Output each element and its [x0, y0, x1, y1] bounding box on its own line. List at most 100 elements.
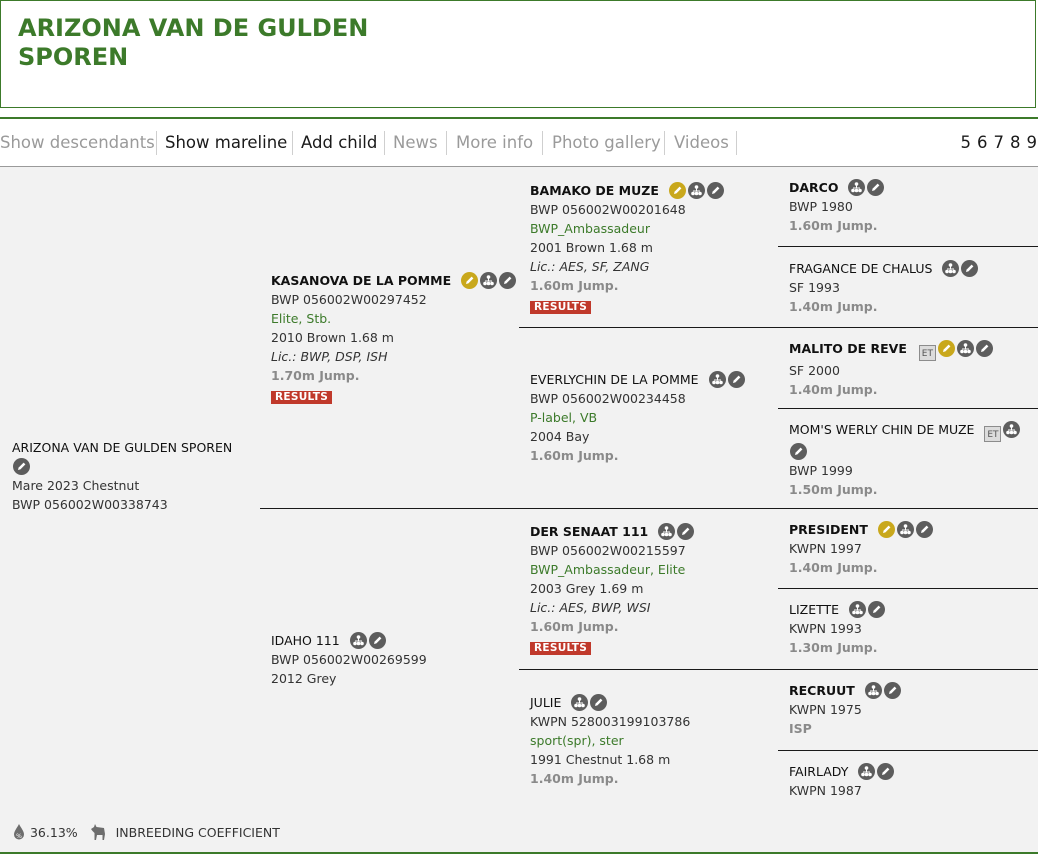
- generation-7-link[interactable]: 7: [994, 133, 1005, 152]
- drop-percent-icon: %: [14, 824, 24, 840]
- pedigree-tree-icon[interactable]: [571, 694, 589, 711]
- edit-pencil-icon[interactable]: [13, 458, 30, 475]
- pedigree-tree-icon[interactable]: [708, 371, 726, 388]
- separator-line: [260, 508, 519, 509]
- nav-news[interactable]: News: [393, 130, 438, 156]
- results-button[interactable]: RESULTS: [530, 301, 592, 314]
- approved-stallion-icon[interactable]: [668, 182, 686, 199]
- nav-show-mareline[interactable]: Show mareline: [165, 130, 287, 156]
- generation-8-link[interactable]: 8: [1010, 133, 1021, 152]
- horse-description: 2004 Bay: [530, 429, 590, 444]
- approved-stallion-icon[interactable]: [877, 521, 895, 538]
- horse-name[interactable]: BAMAKO DE MUZE: [530, 183, 659, 198]
- horse-name[interactable]: KASANOVA DE LA POMME: [271, 273, 451, 288]
- horse-registration: BWP 056002W00269599: [271, 652, 427, 667]
- pedigree-tree-icon[interactable]: [658, 523, 676, 540]
- separator-line: [778, 327, 1038, 328]
- ancestor-cell: PRESIDENT KWPN 1997 1.40m Jump.: [789, 520, 933, 577]
- horse-name[interactable]: FAIRLADY: [789, 764, 848, 779]
- horse-studbook-year: KWPN 1997: [789, 541, 862, 556]
- nav-separator: [292, 131, 293, 155]
- pedigree-tree-icon[interactable]: [1003, 421, 1021, 438]
- pedigree-tree-icon[interactable]: [942, 260, 960, 277]
- horse-name[interactable]: IDAHO 111: [271, 633, 340, 648]
- pedigree-tree-icon[interactable]: [896, 521, 914, 538]
- edit-pencil-icon[interactable]: [877, 763, 895, 780]
- approved-stallion-icon[interactable]: [937, 340, 955, 357]
- horse-name[interactable]: ARIZONA VAN DE GULDEN SPOREN: [12, 440, 232, 455]
- nav-videos[interactable]: Videos: [674, 130, 729, 156]
- nav-separator: [542, 131, 543, 155]
- dam-sire-cell: DER SENAAT 111 BWP 056002W00215597 BWP_A…: [530, 522, 695, 655]
- edit-pencil-icon[interactable]: [368, 632, 386, 649]
- edit-pencil-icon[interactable]: [915, 521, 933, 538]
- results-button[interactable]: RESULTS: [271, 391, 333, 404]
- navbar: Show descendants Show mareline Add child…: [0, 128, 1038, 158]
- horse-name[interactable]: MOM'S WERLY CHIN DE MUZE: [789, 422, 974, 437]
- et-badge: ET: [984, 426, 1002, 442]
- subject-horse: ARIZONA VAN DE GULDEN SPOREN Mare 2023 C…: [12, 438, 232, 514]
- horse-registration: BWP 056002W00338743: [12, 497, 168, 512]
- horse-predicate: BWP_Ambassadeur: [530, 221, 650, 236]
- nav-separator: [156, 131, 157, 155]
- edit-pencil-icon[interactable]: [790, 443, 807, 460]
- edit-pencil-icon[interactable]: [867, 179, 885, 196]
- pedigree-tree-icon[interactable]: [858, 763, 876, 780]
- horse-registration: BWP 056002W00297452: [271, 292, 427, 307]
- horse-name[interactable]: JULIE: [530, 695, 561, 710]
- nav-more-info[interactable]: More info: [456, 130, 533, 156]
- inbreeding-footer: % 36.13% INBREEDING COEFFICIENT: [12, 823, 280, 842]
- separator-line: [778, 750, 1038, 751]
- pedigree-tree-icon[interactable]: [480, 272, 498, 289]
- sire-sire-cell: BAMAKO DE MUZE BWP 056002W00201648 BWP_A…: [530, 181, 724, 314]
- horse-description: Mare 2023 Chestnut: [12, 478, 140, 493]
- pedigree-tree-icon[interactable]: [349, 632, 367, 649]
- horse-name[interactable]: PRESIDENT: [789, 522, 868, 537]
- horse-studbook-year: KWPN 1993: [789, 621, 862, 636]
- edit-pencil-icon[interactable]: [706, 182, 724, 199]
- horse-predicate: P-label, VB: [530, 410, 598, 425]
- horse-name[interactable]: RECRUUT: [789, 683, 855, 698]
- nav-show-descendants[interactable]: Show descendants: [0, 130, 155, 156]
- approved-stallion-icon[interactable]: [461, 272, 479, 289]
- horse-name[interactable]: FRAGANCE DE CHALUS: [789, 261, 933, 276]
- horse-icon[interactable]: [88, 823, 110, 841]
- ancestor-cell: MOM'S WERLY CHIN DE MUZE ET BWP 1999 1.5…: [789, 420, 1021, 499]
- horse-studbook-year: SF 1993: [789, 280, 840, 295]
- results-button[interactable]: RESULTS: [530, 642, 592, 655]
- horse-jump-level: 1.50m Jump.: [789, 482, 878, 497]
- pedigree-tree-icon[interactable]: [864, 682, 882, 699]
- separator-line: [778, 408, 1038, 409]
- horse-name[interactable]: EVERLYCHIN DE LA POMME: [530, 372, 699, 387]
- edit-pencil-icon[interactable]: [677, 523, 695, 540]
- edit-pencil-icon[interactable]: [590, 694, 608, 711]
- generation-9-link[interactable]: 9: [1027, 133, 1038, 152]
- edit-pencil-icon[interactable]: [883, 682, 901, 699]
- nav-separator: [446, 131, 447, 155]
- dam-dam-cell: JULIE KWPN 528003199103786 sport(spr), s…: [530, 693, 690, 788]
- generation-6-link[interactable]: 6: [977, 133, 988, 152]
- ancestor-cell: DARCO BWP 1980 1.60m Jump.: [789, 178, 885, 235]
- edit-pencil-icon[interactable]: [727, 371, 745, 388]
- nav-photo-gallery[interactable]: Photo gallery: [552, 130, 661, 156]
- horse-name[interactable]: DARCO: [789, 180, 838, 195]
- edit-pencil-icon[interactable]: [975, 340, 993, 357]
- pedigree-tree-icon[interactable]: [849, 601, 867, 618]
- horse-name[interactable]: DER SENAAT 111: [530, 524, 648, 539]
- edit-pencil-icon[interactable]: [961, 260, 979, 277]
- horse-registration: BWP 056002W00215597: [530, 543, 686, 558]
- horse-isp-label: ISP: [789, 721, 812, 736]
- pedigree-tree-icon[interactable]: [956, 340, 974, 357]
- horse-name[interactable]: MALITO DE REVE: [789, 341, 907, 356]
- generation-5-link[interactable]: 5: [961, 133, 972, 152]
- edit-pencil-icon[interactable]: [868, 601, 886, 618]
- pedigree-tree-icon[interactable]: [848, 179, 866, 196]
- edit-pencil-icon[interactable]: [499, 272, 517, 289]
- horse-name[interactable]: LIZETTE: [789, 602, 839, 617]
- horse-jump-level: 1.60m Jump.: [789, 218, 878, 233]
- divider-top: [0, 117, 1038, 119]
- separator-line: [519, 508, 778, 509]
- nav-add-child[interactable]: Add child: [301, 130, 377, 156]
- pedigree-tree-icon[interactable]: [687, 182, 705, 199]
- sire-dam-cell: EVERLYCHIN DE LA POMME BWP 056002W002344…: [530, 370, 745, 465]
